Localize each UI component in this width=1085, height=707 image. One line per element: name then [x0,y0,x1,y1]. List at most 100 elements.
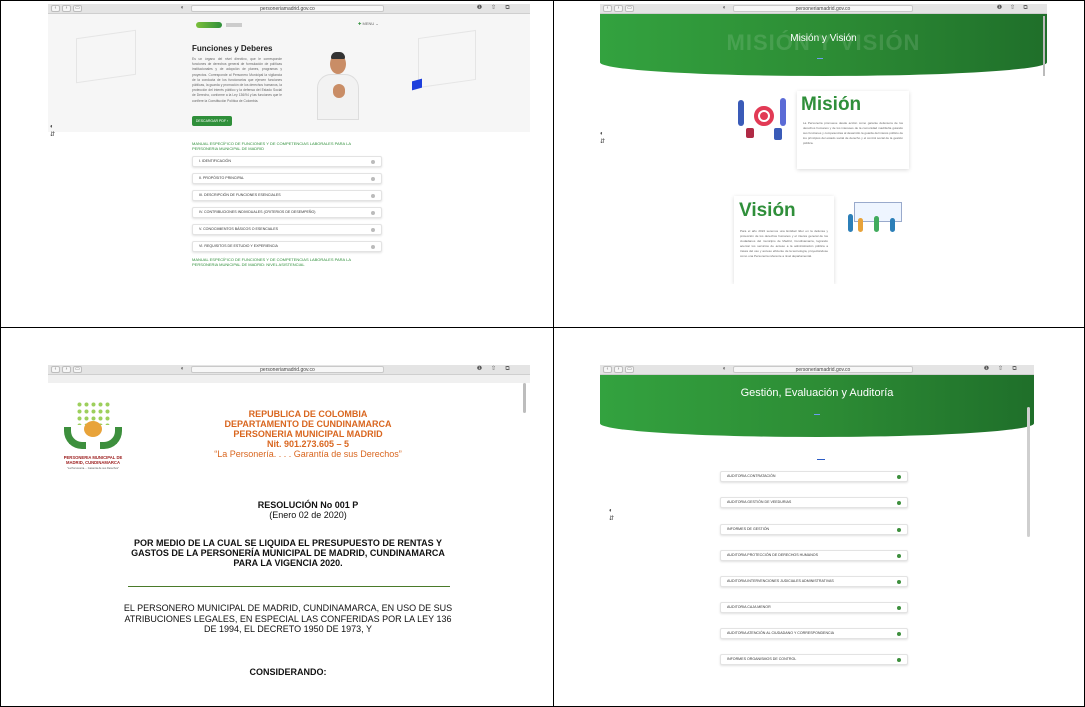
accordion-toggle-icon[interactable] [897,657,901,662]
accordion-item[interactable]: AUDITORIA ATENCIÓN AL CIUDADANO Y CORRES… [720,628,908,639]
divider-rule [128,586,450,587]
download-pdf-button[interactable]: DESCARGAR PDF › [192,116,232,126]
header-slogan: “La Personería. . . . Garantía de sus De… [214,449,402,459]
forward-button[interactable]: › [614,366,623,373]
section-divider [817,459,825,460]
personeria-logo: PERSONERIA MUNICIPAL DE MADRID, CUNDINAMA… [58,401,128,481]
vision-text: Para el año 2024 seremos una Entidad líd… [740,229,828,258]
back-button[interactable]: ‹ [603,366,612,373]
link-icon[interactable]: ⇵ [609,515,614,522]
share-icon[interactable]: ⇧ [489,5,498,12]
subject-line: PARA LA VIGENCIA 2020. [233,558,343,568]
accordion-toggle-icon[interactable] [371,159,375,164]
sidebar-toggle-icon[interactable]: ▭ [625,366,634,373]
info-icon[interactable]: ❶ [475,5,484,12]
back-button[interactable]: ‹ [51,366,60,373]
scrollbar[interactable] [1027,407,1030,537]
resolution-number: RESOLUCIÓN No 001 P [257,500,359,510]
browser-toolbar: ‹ › ▭ ◐ personeriamadrid.gov.co ❶ ⇧ ⧉ [600,365,1034,375]
accordion-item[interactable]: AUDITORIA PROTECCIÓN DE DERECHOS HUMANOS [720,550,908,561]
address-bar[interactable]: personeriamadrid.gov.co [191,366,384,373]
logo-slogan: "La Personería.... Garantía de sus Derec… [66,467,119,470]
contrast-icon[interactable]: ◐ [600,131,604,137]
accordion-toggle-icon[interactable] [897,500,901,505]
accordion-item[interactable]: VI. REQUISITOS DE ESTUDIO Y EXPERIENCIA [192,241,382,252]
accordion-item[interactable]: I. IDENTIFICACIÓN [192,156,382,167]
panel-gestion-auditoria: ‹ › ▭ ◐ personeriamadrid.gov.co ❶ ⇧ ⧉ Gest… [600,365,1034,683]
privacy-icon[interactable]: ◐ [720,366,729,373]
tabs-icon[interactable]: ⧉ [503,5,512,12]
vision-card: Visión Para el año 2024 seremos una Enti… [734,196,834,284]
info-icon[interactable]: ❶ [475,366,484,373]
forward-button[interactable]: › [614,5,623,12]
accordion-toggle-icon[interactable] [897,579,901,584]
sidebar-toggle-icon[interactable]: ▭ [73,366,82,373]
tabs-icon[interactable]: ⧉ [1010,366,1019,373]
info-icon[interactable]: ❶ [982,366,991,373]
info-icon[interactable]: ❶ [995,5,1004,12]
scrollbar[interactable] [1043,16,1045,76]
mision-card: Misión La Personería promueve desde acci… [797,91,909,169]
sidebar-toggle-icon[interactable]: ▭ [73,5,82,12]
accordion-toggle-icon[interactable] [371,244,375,249]
privacy-icon[interactable]: ◐ [178,366,187,373]
accordion-toggle-icon[interactable] [371,193,375,198]
page-title: Funciones y Deberes [192,44,273,53]
share-icon[interactable]: ⇧ [996,366,1005,373]
accordion-toggle-icon[interactable] [897,527,901,532]
accordion-item[interactable]: IV. CONTRIBUCIONES INDIVIDUALES (CRITERI… [192,207,382,218]
banner-underline [814,414,820,415]
subject-line: POR MEDIO DE LA CUAL SE LIQUIDA EL PRESU… [133,538,443,548]
accordion-item[interactable]: AUDITORIA CONTRATACIÓN [720,471,908,482]
scrollbar[interactable] [523,383,526,413]
toolbar-strip [48,375,530,383]
forward-button[interactable]: › [62,366,71,373]
forward-button[interactable]: › [62,5,71,12]
accordion-toggle-icon[interactable] [897,631,901,636]
decor-frame-right [418,29,476,89]
considerando-heading: CONSIDERANDO: [249,667,327,677]
privacy-icon[interactable]: ◐ [178,5,187,12]
back-button[interactable]: ‹ [603,5,612,12]
tabs-icon[interactable]: ⧉ [1021,5,1030,12]
accordion-toggle-icon[interactable] [371,176,375,181]
accordion-toggle-icon[interactable] [897,553,901,558]
tabs-icon[interactable]: ⧉ [503,366,512,373]
accordion-item[interactable]: AUDITORIA GESTIÓN DE VEEDURIAS [720,497,908,508]
logo-text [226,23,242,27]
back-button[interactable]: ‹ [51,5,60,12]
share-icon[interactable]: ⇧ [1008,5,1017,12]
site-logo[interactable] [196,22,222,28]
address-bar[interactable]: personeriamadrid.gov.co [733,366,913,373]
accordion-item[interactable]: INFORMES DE GESTIÓN [720,524,908,535]
accordion-toggle-icon[interactable] [371,227,375,232]
decor-frame-left [76,29,136,84]
sidebar-toggle-icon[interactable]: ▭ [625,5,634,12]
contrast-icon[interactable]: ◐ [609,508,613,514]
accordion-item[interactable]: INFORMES ORGANISMOS DE CONTROL [720,654,908,665]
accordion-item[interactable]: III. DESCRIPCIÓN DE FUNCIONES ESENCIALES [192,190,382,201]
link-icon[interactable]: ⇵ [600,138,605,145]
header-line: REPUBLICA DE COLOMBIA [248,409,368,419]
accordion-item[interactable]: II. PROPÓSITO PRINCIPAL [192,173,382,184]
share-icon[interactable]: ⇧ [489,366,498,373]
privacy-icon[interactable]: ◐ [720,5,729,12]
address-bar[interactable]: personeriamadrid.gov.co [191,5,384,12]
contrast-icon[interactable]: ◐ [50,124,54,130]
panel-mision-vision: ‹ › ▭ ◐ personeriamadrid.gov.co ❶ ⇧ ⧉ MISI… [600,4,1047,284]
link-icon[interactable]: ⇵ [50,131,55,138]
menu-button[interactable]: ✚ MENU ⌄ [358,21,379,26]
accordion-toggle-icon[interactable] [897,605,901,610]
mision-title: Misión [801,94,862,115]
accordion-item[interactable]: AUDITORIA CAJA MENOR [720,602,908,613]
accordion-item[interactable]: AUDITORIA INTERVENCIONES JUDICIALES ADMI… [720,576,908,587]
address-bar[interactable]: personeriamadrid.gov.co [733,5,913,12]
resolution-body: EL PERSONERO MUNICIPAL DE MADRID, CUNDIN… [68,603,508,635]
accordion-toggle-icon[interactable] [897,474,901,479]
accordion-item[interactable]: V. CONOCIMIENTOS BÁSICOS O ESENCIALES [192,224,382,235]
subject-line: GASTOS DE LA PERSONERÍA MUNICIPAL DE MAD… [131,548,445,558]
accordion-toggle-icon[interactable] [371,210,375,215]
page-banner: Gestión, Evaluación y Auditoría [600,375,1034,437]
logo-caption: PERSONERIA MUNICIPAL DE MADRID, CUNDINAMA… [63,455,123,465]
header-line: Nit. 901.273.605 – 5 [266,439,350,449]
